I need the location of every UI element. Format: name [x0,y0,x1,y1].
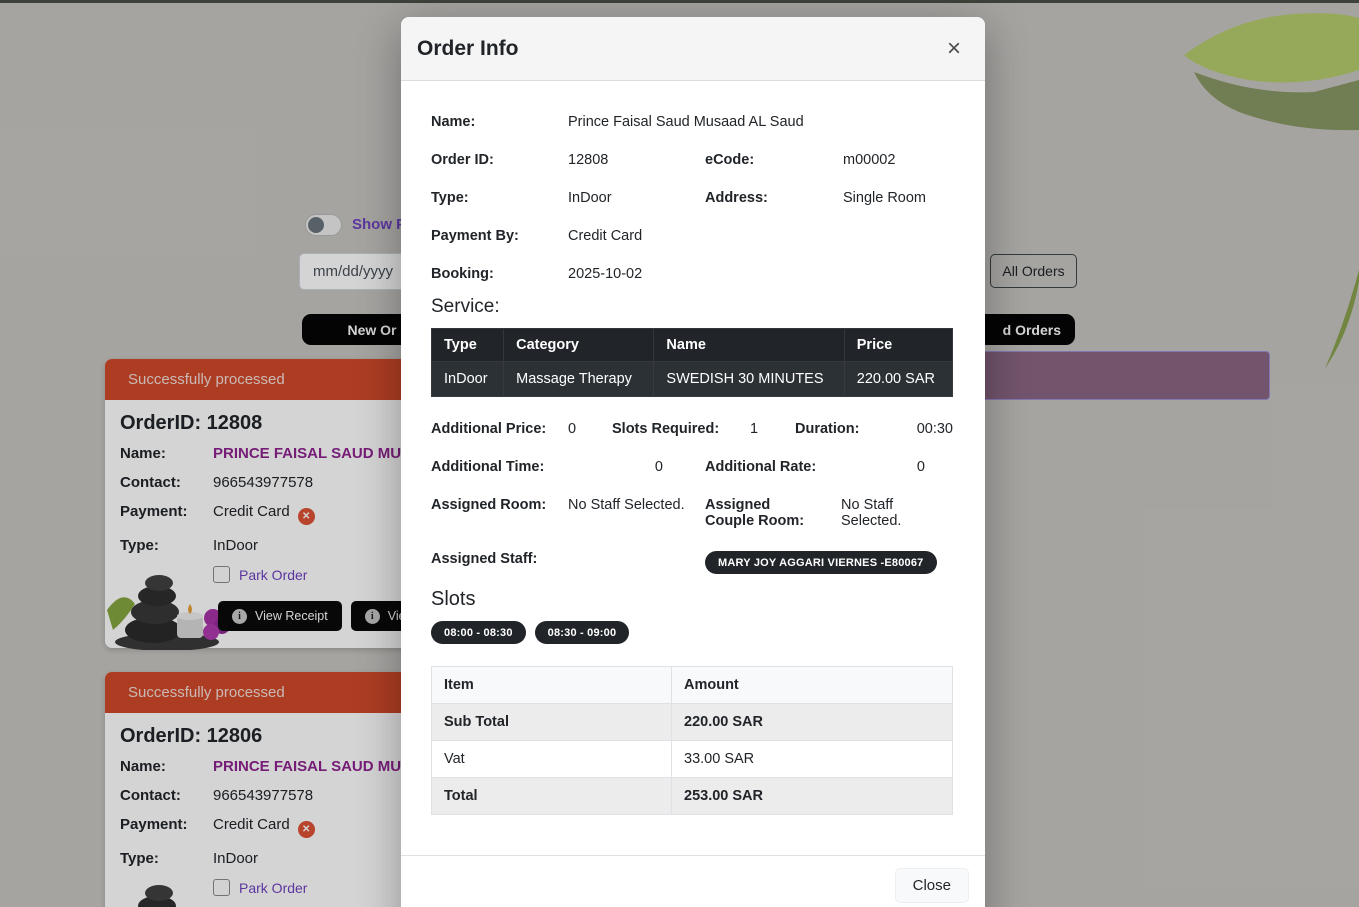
col-category: Category [504,329,654,362]
details-row-2: Additional Time: 0 Additional Rate: 0 [431,459,953,475]
vat-label: Vat [432,741,672,778]
additional-rate-value: 0 [842,459,953,475]
service-name: SWEDISH 30 MINUTES [654,362,844,397]
field-label: Type: [431,190,568,206]
assigned-couple-room-label: Assigned Couple Room: [705,497,841,529]
field-row-orderid: Order ID: 12808 eCode: m00002 [431,152,953,168]
vat-value: 33.00 SAR [672,741,953,778]
col-type: Type [432,329,504,362]
service-price: 220.00 SAR [844,362,952,397]
service-category: Massage Therapy [504,362,654,397]
field-value-ecode: m00002 [843,152,953,168]
field-label: eCode: [705,152,843,168]
vat-row: Vat 33.00 SAR [432,741,953,778]
field-label: Booking: [431,266,568,282]
additional-time-label: Additional Time: [431,459,568,475]
total-row: Total 253.00 SAR [432,778,953,815]
assigned-staff-label: Assigned Staff: [431,551,705,567]
field-row-type: Type: InDoor Address: Single Room [431,190,953,206]
modal-footer: Close [401,855,985,907]
details-row-1: Additional Price: 0 Slots Required: 1 Du… [431,421,953,437]
field-value-orderid: 12808 [568,152,705,168]
additional-time-value: 0 [568,459,663,475]
col-name: Name [654,329,844,362]
total-value: 253.00 SAR [672,778,953,815]
field-row-name: Name: Prince Faisal Saud Musaad AL Saud [431,114,953,130]
field-label: Payment By: [431,228,568,244]
col-amount: Amount [672,667,953,704]
assigned-room-label: Assigned Room: [431,497,568,529]
assigned-couple-room-value: No Staff Selected. [841,497,953,529]
col-item: Item [432,667,672,704]
modal-title: Order Info [417,37,519,61]
col-price: Price [844,329,952,362]
field-label: Name: [431,114,568,130]
slot-badge: 08:30 - 09:00 [535,621,630,644]
subtotal-label: Sub Total [432,704,672,741]
field-row-booking: Booking: 2025-10-02 [431,266,953,282]
summary-table: Item Amount Sub Total 220.00 SAR Vat 33.… [431,666,953,815]
details-row-3: Assigned Room: No Staff Selected. Assign… [431,497,953,529]
slot-badge: 08:00 - 08:30 [431,621,526,644]
field-value-booking: 2025-10-02 [568,266,953,282]
assigned-room-value: No Staff Selected. [568,497,705,529]
additional-price-value: 0 [568,421,612,437]
field-label: Address: [705,190,843,206]
field-row-payment: Payment By: Credit Card [431,228,953,244]
service-heading: Service: [431,296,953,318]
assigned-staff-row: Assigned Staff: MARY JOY AGGARI VIERNES … [431,551,953,574]
service-header-row: Type Category Name Price [432,329,953,362]
field-label: Order ID: [431,152,568,168]
additional-price-label: Additional Price: [431,421,568,437]
slots-heading: Slots [431,588,953,611]
slots-required-value: 1 [750,421,795,437]
close-icon[interactable]: × [947,37,961,61]
order-info-modal: Order Info × Name: Prince Faisal Saud Mu… [401,17,985,907]
duration-value: 00:30 [908,421,953,437]
modal-body: Name: Prince Faisal Saud Musaad AL Saud … [401,81,985,835]
service-row: InDoor Massage Therapy SWEDISH 30 MINUTE… [432,362,953,397]
summary-header-row: Item Amount [432,667,953,704]
field-value-name: Prince Faisal Saud Musaad AL Saud [568,114,953,130]
subtotal-row: Sub Total 220.00 SAR [432,704,953,741]
staff-badge: MARY JOY AGGARI VIERNES -E80067 [705,551,937,574]
duration-label: Duration: [795,421,908,437]
field-value-address: Single Room [843,190,953,206]
close-button[interactable]: Close [895,868,969,903]
field-value-payment: Credit Card [568,228,953,244]
slots-required-label: Slots Required: [612,421,750,437]
modal-header: Order Info × [401,17,985,81]
service-table: Type Category Name Price InDoor Massage … [431,328,953,397]
additional-rate-label: Additional Rate: [705,459,842,475]
total-label: Total [432,778,672,815]
slots-list: 08:00 - 08:30 08:30 - 09:00 [431,621,953,644]
subtotal-value: 220.00 SAR [672,704,953,741]
field-value-type: InDoor [568,190,705,206]
service-type: InDoor [432,362,504,397]
